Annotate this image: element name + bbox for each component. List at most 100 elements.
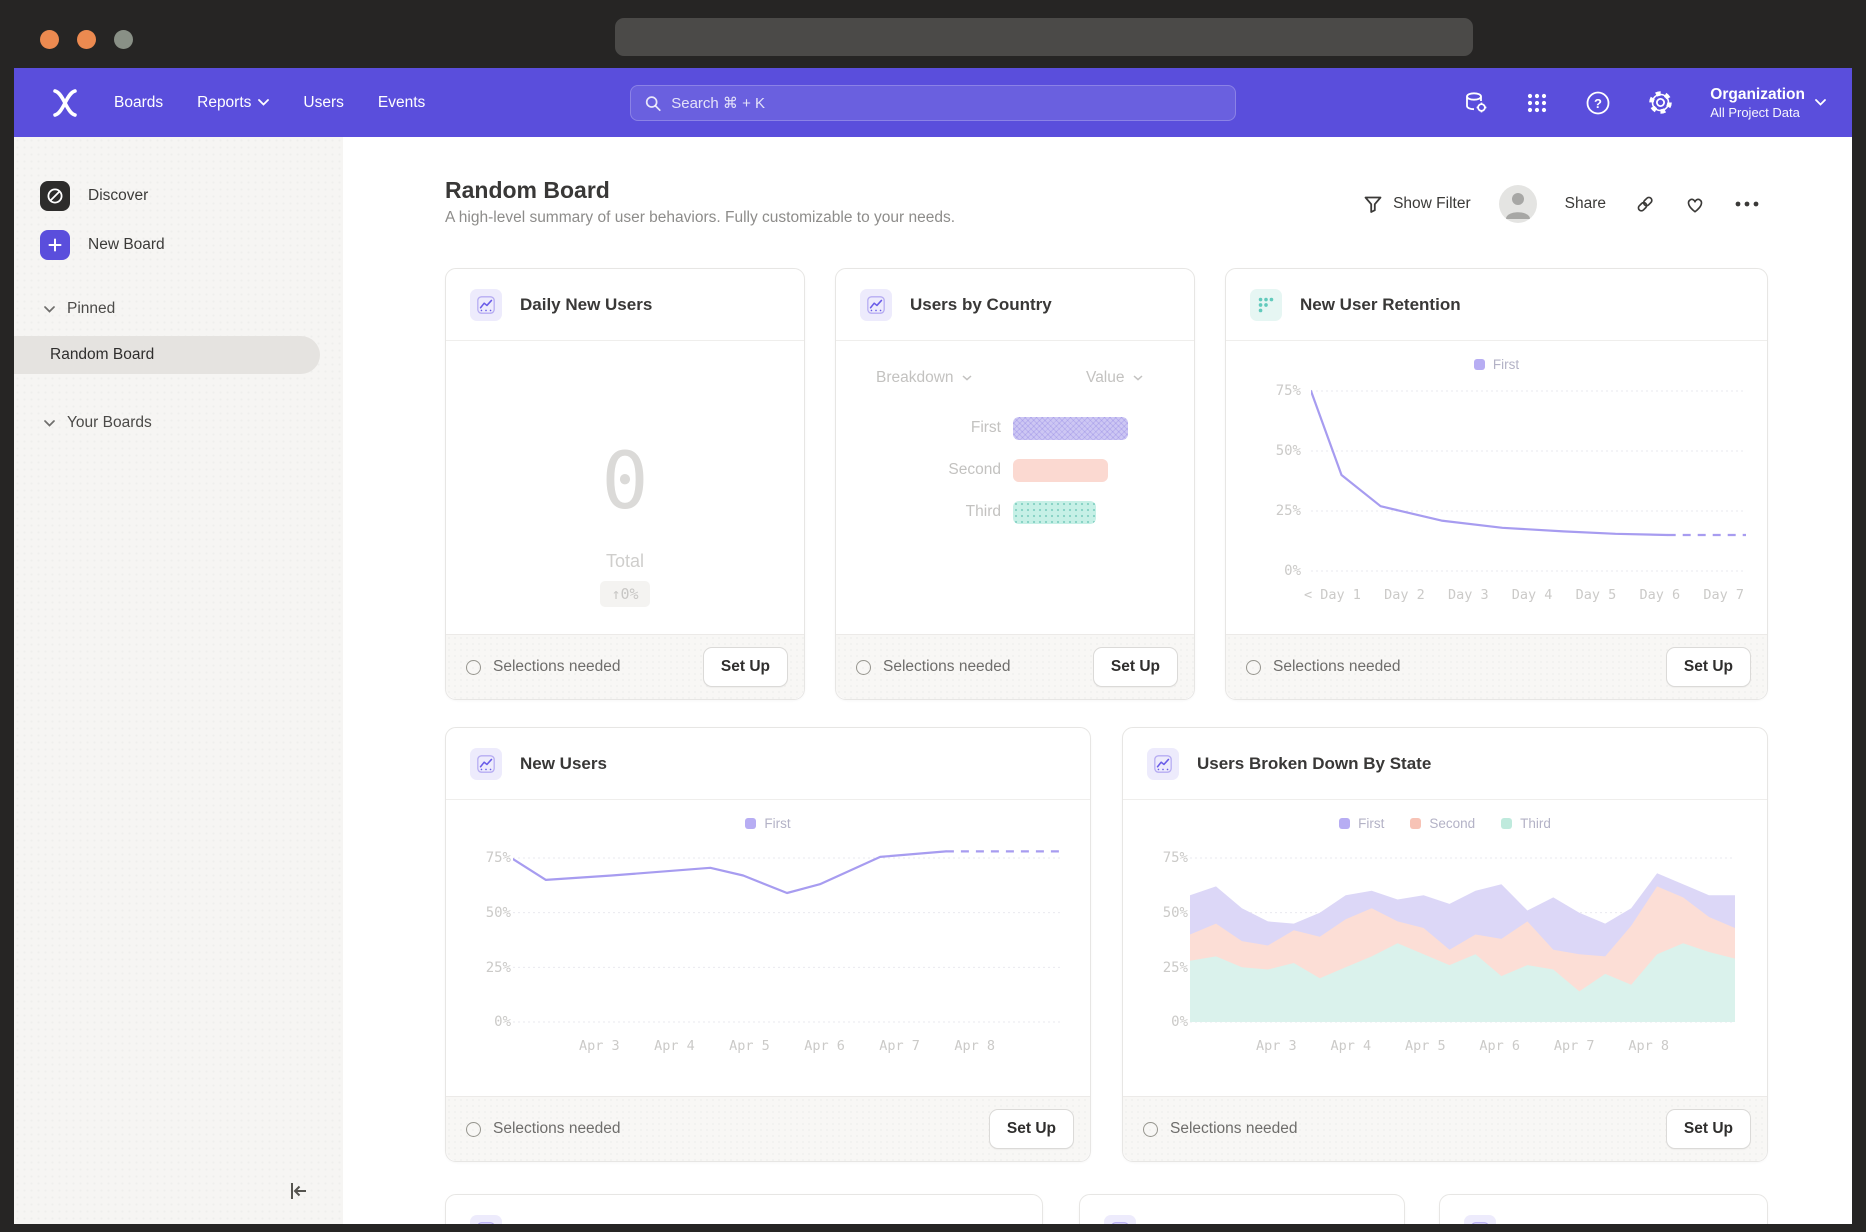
xtick: Apr 5 <box>1405 1038 1446 1054</box>
chart-legend: First <box>1226 357 1767 372</box>
svg-text:?: ? <box>1594 96 1602 111</box>
line-chart-icon <box>1104 1215 1136 1224</box>
apps-grid-icon[interactable] <box>1525 91 1549 115</box>
global-search[interactable] <box>630 85 1236 121</box>
value-label: Value <box>1086 369 1125 387</box>
filter-funnel-icon <box>1363 194 1383 214</box>
line-chart-icon <box>470 1215 502 1224</box>
ytick: 75% <box>1138 850 1188 866</box>
settings-gear-icon[interactable] <box>1647 89 1674 116</box>
legend-swatch-third <box>1501 818 1512 829</box>
card-title: Users by Country <box>910 295 1052 315</box>
ytick: 50% <box>1251 443 1301 459</box>
chevron-down-icon <box>258 99 269 106</box>
card-active-users: Active Users <box>1439 1194 1768 1224</box>
bar-label: First <box>872 419 1001 437</box>
app-window: Boards Reports Users Events <box>14 68 1852 1224</box>
sidebar-item-new-board[interactable]: New Board <box>40 230 165 260</box>
help-icon[interactable]: ? <box>1585 90 1611 116</box>
more-options-button[interactable] <box>1734 200 1760 208</box>
legend-label: First <box>1493 357 1519 372</box>
sidebar-item-label: Random Board <box>50 346 154 364</box>
ytick: 25% <box>1251 503 1301 519</box>
xtick: Day 6 <box>1639 587 1680 603</box>
search-icon <box>645 95 661 112</box>
line-chart-icon <box>1147 748 1179 780</box>
board-main: Random Board A high-level summary of use… <box>343 137 1852 1224</box>
status-ring-icon <box>466 1122 481 1137</box>
nav-item-reports[interactable]: Reports <box>197 94 269 112</box>
legend-label: Second <box>1429 816 1475 831</box>
close-window-button[interactable] <box>40 30 59 49</box>
chart-legend: First <box>446 816 1090 831</box>
status-ring-icon <box>466 660 481 675</box>
card-status: Selections needed <box>1246 658 1401 676</box>
breakdown-dropdown[interactable]: Breakdown <box>876 369 972 387</box>
show-filter-button[interactable]: Show Filter <box>1363 194 1471 214</box>
chevron-down-icon <box>962 375 972 381</box>
page-title: Random Board <box>445 177 610 204</box>
link-icon <box>1634 193 1656 215</box>
card-status: Selections needed <box>1143 1120 1298 1138</box>
sidebar-item-discover[interactable]: Discover <box>40 181 148 211</box>
nav-item-events[interactable]: Events <box>378 94 425 112</box>
card-status: Selections needed <box>466 1120 621 1138</box>
legend-label: First <box>1358 816 1384 831</box>
setup-button[interactable]: Set Up <box>1093 647 1178 687</box>
card-stacked-line-graph: Stacked Line Graph <box>445 1194 1043 1224</box>
search-input[interactable] <box>671 95 1221 112</box>
browser-url-bar[interactable] <box>615 18 1473 56</box>
setup-button[interactable]: Set Up <box>703 647 788 687</box>
share-label: Share <box>1565 195 1606 213</box>
share-button[interactable]: Share <box>1565 195 1606 213</box>
copy-link-button[interactable] <box>1634 193 1656 215</box>
card-title: New User Retention <box>1300 295 1461 315</box>
legend-label: First <box>764 816 790 831</box>
status-text: Selections needed <box>493 658 621 676</box>
legend-swatch-first <box>745 818 756 829</box>
setup-button[interactable]: Set Up <box>1666 647 1751 687</box>
legend-swatch-first <box>1339 818 1350 829</box>
xtick-row: Apr 3 Apr 4 Apr 5 Apr 6 Apr 7 Apr 8 <box>1190 1038 1735 1054</box>
mixpanel-logo-icon[interactable] <box>52 88 80 118</box>
line-chart-icon <box>470 748 502 780</box>
legend-label: Third <box>1520 816 1551 831</box>
sidebar-section-your-boards[interactable]: Your Boards <box>44 414 152 432</box>
nav-item-boards[interactable]: Boards <box>114 94 163 112</box>
line-chart-icon <box>860 289 892 321</box>
status-text: Selections needed <box>493 1120 621 1138</box>
card-new-user-retention: New User Retention First 75% 50% 25% 0% … <box>1225 268 1768 700</box>
sidebar-item-random-board[interactable]: Random Board <box>14 336 320 374</box>
favorite-button[interactable] <box>1684 194 1706 214</box>
nav-item-users[interactable]: Users <box>303 94 343 112</box>
bar-label: Second <box>872 461 1001 479</box>
org-switcher[interactable]: Organization All Project Data <box>1710 85 1826 119</box>
ytick: 0% <box>1138 1014 1188 1030</box>
card-status: Selections needed <box>466 658 621 676</box>
xtick: Day 2 <box>1384 587 1425 603</box>
minimize-window-button[interactable] <box>77 30 96 49</box>
status-text: Selections needed <box>1273 658 1401 676</box>
avatar[interactable] <box>1499 185 1537 223</box>
xtick: Day 3 <box>1448 587 1489 603</box>
traffic-lights <box>40 30 133 49</box>
xtick: Apr 7 <box>879 1038 920 1054</box>
zoom-window-button[interactable] <box>114 30 133 49</box>
sidebar-collapse-button[interactable] <box>286 1179 310 1208</box>
xtick: Apr 6 <box>1479 1038 1520 1054</box>
retention-line-chart <box>1311 381 1746 581</box>
card-daily-new-users: Daily New Users 0 Total ↑0% Selections n… <box>445 268 805 700</box>
value-dropdown[interactable]: Value <box>1086 369 1143 387</box>
data-management-icon[interactable] <box>1463 90 1489 116</box>
setup-button[interactable]: Set Up <box>989 1109 1074 1149</box>
bar-third <box>1013 501 1096 524</box>
sidebar: Discover New Board Pinned Random Board <box>14 137 343 1224</box>
setup-button[interactable]: Set Up <box>1666 1109 1751 1149</box>
ytick: 75% <box>461 850 511 866</box>
ytick: 75% <box>1251 383 1301 399</box>
sidebar-section-label: Your Boards <box>67 414 152 432</box>
card-users-by-country: Users by Country Breakdown Value First S… <box>835 268 1195 700</box>
status-ring-icon <box>856 660 871 675</box>
xtick: Apr 3 <box>579 1038 620 1054</box>
sidebar-section-pinned[interactable]: Pinned <box>44 300 115 318</box>
